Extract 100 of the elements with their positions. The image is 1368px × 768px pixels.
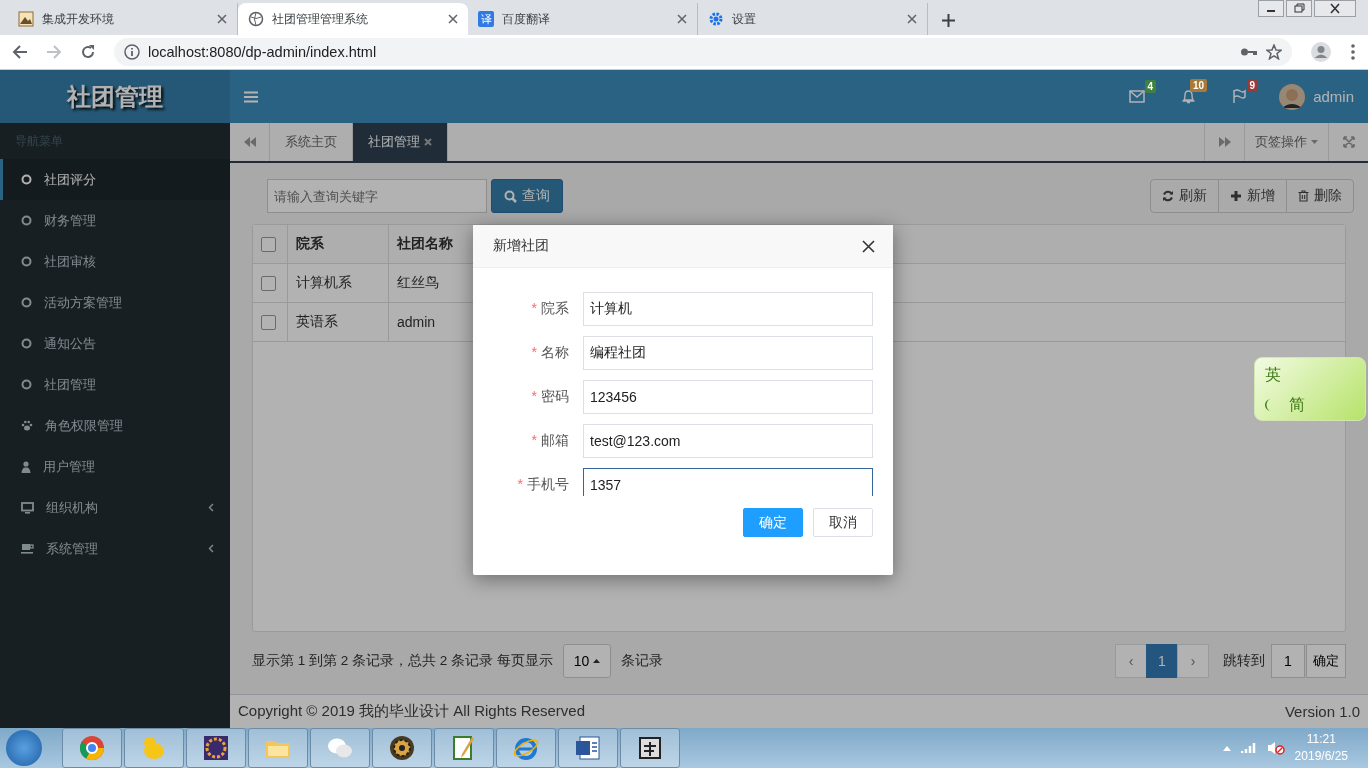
checkbox[interactable] [261, 315, 276, 331]
flag-icon [1232, 89, 1248, 104]
search-field[interactable]: 请输入查询关键字 [267, 179, 487, 213]
taskbar-app[interactable] [558, 728, 618, 768]
plus-icon [1230, 190, 1242, 202]
language-indicator[interactable]: 英 [1265, 360, 1289, 390]
mode-indicator[interactable]: 简 [1289, 390, 1313, 420]
search-icon [504, 189, 517, 203]
app-icon [388, 734, 416, 762]
records-suffix: 条记录 [621, 652, 664, 670]
cancel-button[interactable]: 取消 [813, 508, 873, 537]
menu-icon[interactable] [244, 90, 258, 103]
records-summary: 显示第 1 到第 2 条记录，总共 2 条记录 每页显示 [252, 652, 553, 670]
clock-time: 11:21 [1306, 731, 1336, 748]
user-name[interactable]: admin [1313, 88, 1354, 105]
page-tab[interactable]: 社团管理 [353, 123, 448, 161]
sidebar-item[interactable]: 通知公告 [0, 323, 230, 364]
new-tab-icon[interactable] [942, 14, 955, 27]
clock-date: 2019/6/25 [1294, 748, 1348, 765]
sidebar-item[interactable]: 系统管理 [0, 528, 230, 569]
sidebar-item[interactable]: 活动方案管理 [0, 282, 230, 323]
close-icon[interactable] [217, 14, 227, 24]
input-field[interactable]: test@123.com [583, 424, 873, 458]
sidebar-item[interactable]: 社团评分 [0, 159, 230, 200]
minimize-icon[interactable] [1258, 0, 1284, 17]
page-number-field[interactable]: 1 [1271, 644, 1305, 678]
close-icon[interactable] [907, 14, 917, 24]
checkbox[interactable] [261, 237, 276, 253]
browser-tab[interactable]: 社团管理管理系统 [238, 3, 468, 35]
monitor-icon [21, 501, 34, 514]
caret-icon [1311, 140, 1318, 144]
page-button[interactable]: 1 [1146, 644, 1178, 678]
avatar[interactable] [1279, 83, 1306, 110]
key-icon[interactable] [1240, 46, 1258, 58]
checkbox[interactable] [261, 276, 276, 292]
app-title: 社团管理 [67, 81, 163, 112]
sidebar-item[interactable]: 用户管理 [0, 446, 230, 487]
field-label: * 名称 [530, 344, 569, 362]
app-icon [202, 734, 230, 762]
input-field[interactable]: 1357 [583, 468, 873, 496]
field-label: * 邮箱 [530, 432, 569, 450]
close-button[interactable] [860, 237, 877, 255]
circle-icon [21, 338, 32, 349]
search-button[interactable]: 查询 [491, 179, 563, 213]
address-bar[interactable]: localhost:8080/dp-admin/index.html [114, 38, 1292, 66]
copyright-text: Copyright © 2019 我的毕业设计 All Rights Reserved [238, 702, 585, 721]
taskbar-app[interactable] [620, 728, 680, 768]
profile-icon[interactable] [1310, 41, 1332, 63]
refresh-icon [1162, 190, 1174, 202]
dialog-title: 新增社团 [493, 237, 550, 255]
trash-icon [1298, 190, 1309, 202]
close-icon[interactable] [677, 14, 687, 24]
taskbar-app[interactable] [186, 728, 246, 768]
star-icon[interactable] [1266, 44, 1282, 60]
close-icon[interactable] [448, 14, 458, 24]
more-icon[interactable] [1350, 43, 1356, 61]
sidebar-item[interactable]: 社团审核 [0, 241, 230, 282]
close-icon[interactable] [1314, 0, 1356, 17]
circle-icon [21, 256, 32, 267]
reload-icon[interactable] [80, 44, 96, 60]
circle-icon [21, 174, 32, 185]
expand-icon [1342, 136, 1355, 148]
table-cell: 英语系 [287, 302, 389, 342]
version-text: Version 1.0 [1284, 703, 1360, 720]
bell-icon [1181, 89, 1197, 104]
sidebar-item[interactable]: 社团管理 [0, 364, 230, 405]
input-method-widget[interactable]: 英 简 [1254, 357, 1366, 421]
field-label: * 院系 [530, 300, 569, 318]
input-field[interactable]: 123456 [583, 380, 873, 414]
jump-label: 跳转到 [1223, 652, 1265, 670]
jump-button[interactable]: 确定 [1306, 644, 1346, 678]
tab-actions-dropdown[interactable]: 页签操作 [1244, 123, 1328, 161]
table-cell: 计算机系 [287, 263, 389, 303]
previous-page-button[interactable]: ‹ [1115, 644, 1147, 678]
next-page-button[interactable]: › [1177, 644, 1209, 678]
close-icon [862, 239, 875, 253]
sidebar-item[interactable]: 组织机构 [0, 487, 230, 528]
count-badge: 4 [1144, 80, 1157, 93]
toolbar-button[interactable]: 刷新 [1150, 179, 1219, 213]
paw-icon [21, 420, 33, 431]
start-button[interactable] [6, 730, 42, 766]
toolbar-button[interactable]: 删除 [1286, 179, 1354, 213]
circle-icon [21, 297, 32, 308]
input-field[interactable]: 编程社团 [583, 336, 873, 370]
field-label: * 手机号 [516, 476, 569, 494]
back-icon[interactable] [12, 44, 28, 60]
muted-speaker-icon[interactable] [1266, 741, 1285, 755]
globe-icon [248, 11, 264, 27]
restore-icon[interactable] [1286, 0, 1312, 17]
settings-icon [708, 11, 724, 27]
column-header[interactable]: 院系 [287, 225, 389, 264]
sidebar-item[interactable]: 角色权限管理 [0, 405, 230, 446]
sidebar-item[interactable]: 财务管理 [0, 200, 230, 241]
toolbar-button[interactable]: 新增 [1218, 179, 1287, 213]
input-field[interactable]: 计算机 [583, 292, 873, 326]
taskbar-app[interactable] [372, 728, 432, 768]
page-size-dropdown[interactable]: 10 [562, 644, 612, 678]
double-left-icon [243, 137, 256, 147]
count-badge: 10 [1190, 79, 1208, 92]
circle-icon [21, 379, 32, 390]
